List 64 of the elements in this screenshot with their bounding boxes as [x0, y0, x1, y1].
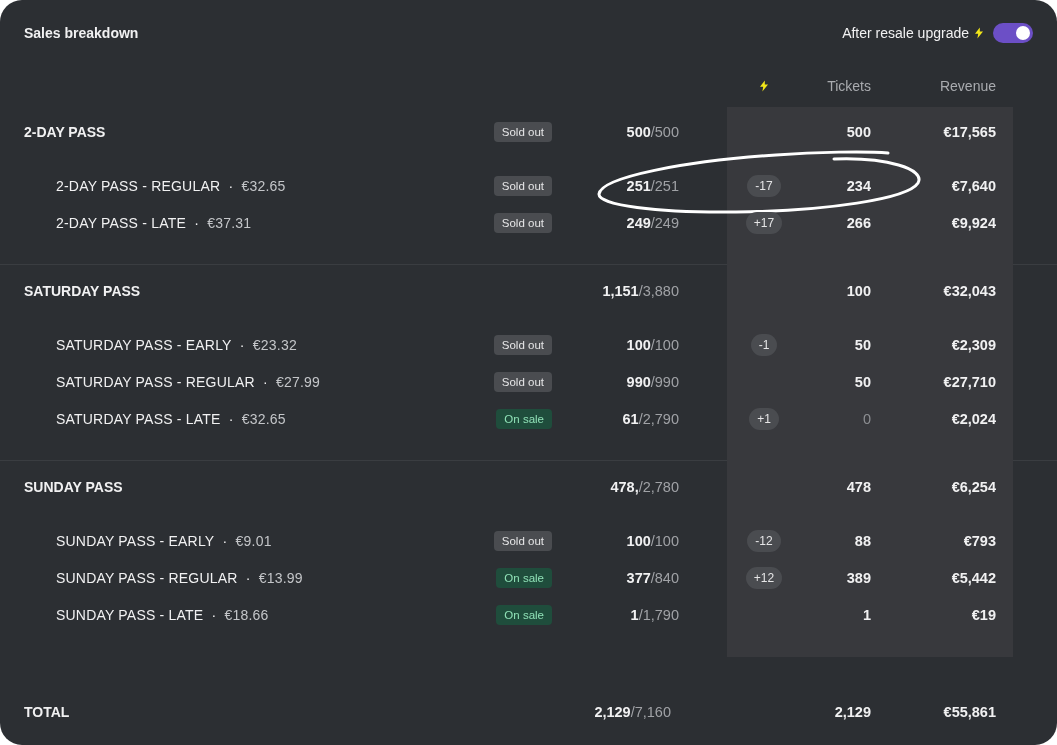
total-label: TOTAL [24, 704, 71, 720]
lightning-icon [760, 80, 768, 92]
ticket-type-name: SUNDAY PASS - EARLY · €9.01 [56, 532, 273, 549]
tickets-value: 266 [846, 214, 871, 231]
tickets-value: 478 [846, 479, 871, 495]
sold-count: 478,/2,780 [610, 479, 679, 495]
column-header: Tickets [827, 78, 871, 94]
status-badge: Sold out [493, 530, 552, 551]
revenue-value: €19 [971, 606, 996, 623]
group-name: SATURDAY PASS [24, 283, 142, 299]
revenue-value: €2,024 [951, 410, 996, 427]
revenue-value: €9,924 [951, 214, 996, 231]
sold-count: 990/990 [626, 373, 679, 390]
sold-count: 1/1,790 [630, 606, 679, 623]
sold-count: 100/100 [626, 532, 679, 549]
status-badge: Sold out [493, 175, 552, 196]
tickets-value: 0 [862, 410, 871, 427]
tickets-value: 234 [846, 177, 871, 194]
lightning-icon [975, 27, 983, 39]
tickets-value: 100 [846, 283, 871, 299]
status-badge: On sale [496, 567, 552, 588]
revenue-value: €27,710 [943, 373, 996, 390]
ticket-type-name: SATURDAY PASS - LATE · €32.65 [56, 410, 287, 427]
revenue-value: €32,043 [943, 283, 996, 299]
sold-count: 377/840 [626, 569, 679, 586]
column-header: Revenue [939, 78, 996, 94]
tickets-value: 50 [854, 336, 871, 353]
tickets-value: 1 [862, 606, 871, 623]
status-badge: Sold out [493, 371, 552, 392]
sold-count: 251/251 [626, 177, 679, 194]
revenue-value: €5,442 [951, 569, 996, 586]
ticket-type-name: SUNDAY PASS - REGULAR · €13.99 [56, 569, 304, 586]
ticket-type-name: SATURDAY PASS - EARLY · €23.32 [56, 336, 298, 353]
toggle-label: After resale upgrade [842, 25, 969, 41]
status-badge: Sold out [493, 334, 552, 355]
tickets-value: 88 [854, 532, 871, 549]
status-badge: Sold out [493, 212, 552, 233]
revenue-value: €55,861 [943, 704, 996, 720]
sold-count: 100/100 [626, 336, 679, 353]
sold-count: 500/500 [626, 124, 679, 140]
revenue-value: €2,309 [951, 336, 996, 353]
ticket-type-name: 2-DAY PASS - LATE · €37.31 [56, 214, 253, 231]
sold-count: 1,151/3,880 [602, 283, 679, 299]
status-badge: On sale [496, 604, 552, 625]
ticket-type-name: SUNDAY PASS - LATE · €18.66 [56, 606, 270, 623]
ticket-type-name: 2-DAY PASS - REGULAR · €32.65 [56, 177, 287, 194]
sold-count: 2,129/7,160 [594, 704, 671, 720]
status-badge: Sold out [493, 122, 552, 142]
sold-count: 249/249 [626, 214, 679, 231]
tickets-value: 2,129 [834, 704, 871, 720]
tickets-value: 500 [846, 124, 871, 140]
status-badge: On sale [496, 408, 552, 429]
toggle-switch[interactable] [993, 23, 1033, 43]
revenue-value: €793 [963, 532, 996, 549]
tickets-value: 389 [846, 569, 871, 586]
card-title: Sales breakdown [24, 25, 139, 41]
revenue-value: €6,254 [951, 479, 996, 495]
sold-count: 61/2,790 [622, 410, 679, 427]
tickets-value: 50 [854, 373, 871, 390]
group-name: SUNDAY PASS [24, 479, 124, 495]
revenue-value: €7,640 [951, 177, 996, 194]
group-name: 2-DAY PASS [24, 124, 107, 140]
ticket-type-name: SATURDAY PASS - REGULAR · €27.99 [56, 373, 322, 390]
revenue-value: €17,565 [943, 124, 996, 140]
